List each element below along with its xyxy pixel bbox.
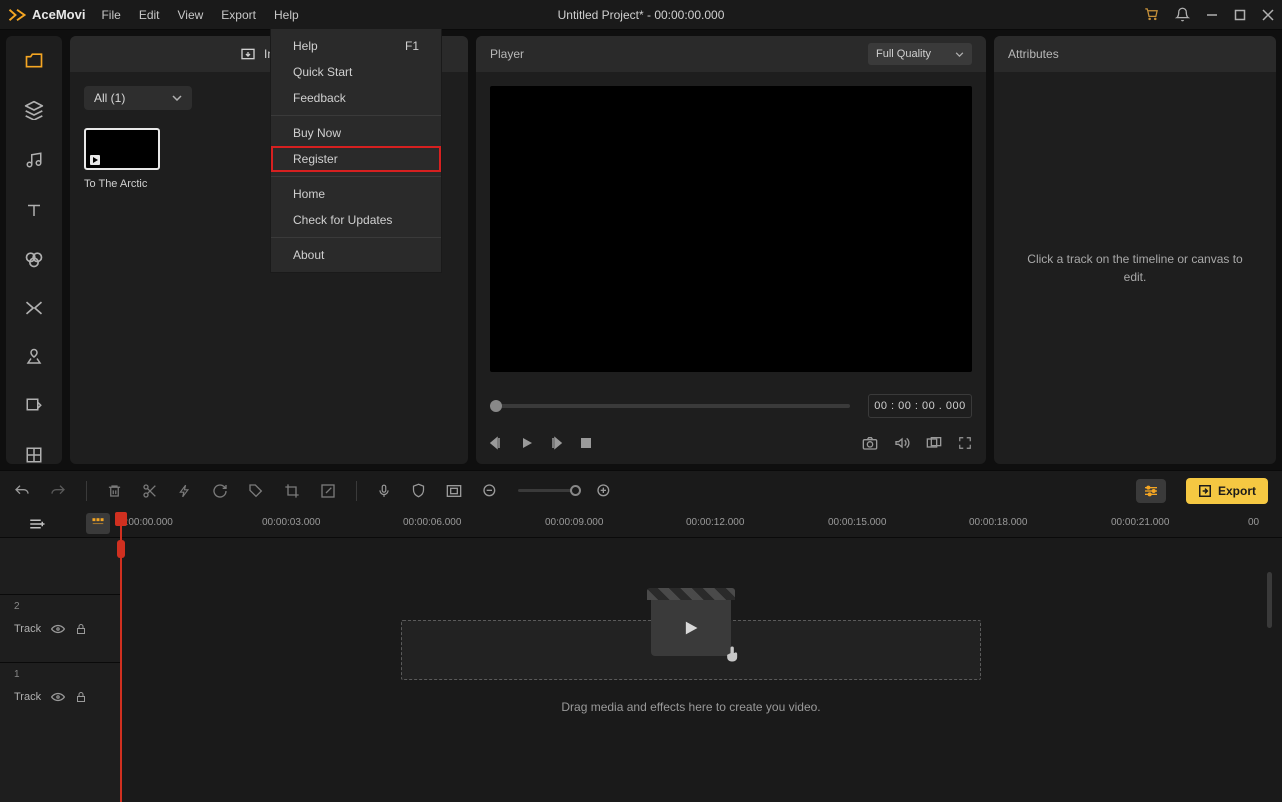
lock-icon[interactable] [75, 690, 87, 704]
help-item-quickstart[interactable]: Quick Start [271, 59, 441, 85]
player-viewport[interactable] [490, 86, 972, 372]
volume-icon[interactable] [894, 436, 910, 450]
transitions-icon[interactable] [24, 298, 44, 317]
snapshot-icon[interactable] [862, 436, 878, 450]
time-ruler[interactable]: 0:00:00.000 00:00:03.000 00:00:06.000 00… [120, 510, 1262, 538]
play-badge-icon [90, 155, 100, 165]
prev-frame-icon[interactable] [490, 436, 504, 450]
split-clip-icon[interactable] [142, 483, 158, 499]
fullscreen-icon[interactable] [958, 436, 972, 450]
layers-icon[interactable] [24, 100, 44, 120]
help-item-home[interactable]: Home [271, 181, 441, 207]
undo-icon[interactable] [14, 484, 30, 498]
menu-file[interactable]: File [101, 8, 120, 22]
export-button[interactable]: Export [1186, 478, 1268, 504]
app-logo-icon [8, 8, 26, 22]
lock-icon[interactable] [75, 622, 87, 636]
clip-name: To The Arctic [84, 178, 160, 190]
clapper-icon [647, 588, 735, 600]
zoom-in-icon[interactable] [596, 483, 612, 499]
export-icon [1198, 484, 1212, 498]
compare-icon[interactable] [926, 436, 942, 450]
play-icon[interactable] [520, 436, 534, 450]
shield-icon[interactable] [411, 482, 426, 499]
menu-edit[interactable]: Edit [139, 8, 160, 22]
edit-icon[interactable] [320, 483, 336, 499]
player-title: Player [490, 47, 524, 61]
play-icon [682, 619, 700, 637]
help-item-updates[interactable]: Check for Updates [271, 207, 441, 233]
menu-export[interactable]: Export [221, 8, 256, 22]
titlebar: AceMovi File Edit View Export Help Untit… [0, 0, 1282, 30]
chevron-down-icon [955, 52, 964, 57]
media-clip[interactable]: To The Arctic [84, 128, 160, 190]
help-item-about[interactable]: About [271, 242, 441, 268]
split-icon[interactable] [24, 445, 44, 464]
seek-slider[interactable] [490, 404, 850, 408]
dropzone-text: Drag media and effects here to create yo… [561, 700, 820, 714]
attributes-panel: Attributes Click a track on the timeline… [994, 36, 1276, 464]
close-icon[interactable] [1262, 9, 1274, 21]
crop-icon[interactable] [284, 483, 300, 499]
media-library-icon[interactable] [24, 50, 44, 70]
elements-icon[interactable] [24, 396, 44, 415]
cart-icon[interactable] [1144, 7, 1159, 22]
playhead[interactable] [120, 512, 122, 802]
clip-thumbnail [84, 128, 160, 170]
stop-icon[interactable] [580, 437, 592, 449]
magnetic-icon[interactable] [86, 513, 110, 534]
import-icon [240, 47, 256, 61]
help-item-help[interactable]: HelpF1 [271, 33, 441, 59]
adjustments-button[interactable] [1136, 479, 1166, 503]
chevron-down-icon [172, 95, 182, 101]
window-controls [1144, 7, 1274, 22]
help-item-feedback[interactable]: Feedback [271, 85, 441, 111]
maximize-icon[interactable] [1234, 9, 1246, 21]
main-menu: File Edit View Export Help [101, 8, 298, 22]
attributes-placeholder: Click a track on the timeline or canvas … [994, 72, 1276, 464]
eye-icon[interactable] [51, 692, 65, 702]
menu-view[interactable]: View [178, 8, 204, 22]
timeline-dropzone[interactable]: Drag media and effects here to create yo… [120, 576, 1262, 802]
help-item-register[interactable]: Register [271, 146, 441, 172]
bell-icon[interactable] [1175, 7, 1190, 22]
timeline-toolbar: Export [0, 470, 1282, 510]
aspect-icon[interactable] [446, 484, 462, 498]
media-filter-select[interactable]: All (1) [84, 86, 192, 110]
hand-cursor-icon [723, 644, 743, 664]
timeline: 0:00:00.000 00:00:03.000 00:00:06.000 00… [0, 510, 1282, 802]
zoom-slider[interactable] [518, 489, 576, 492]
player-panel: Player Full Quality 00 : 00 : 00 . 000 [476, 36, 986, 464]
minimize-icon[interactable] [1206, 9, 1218, 21]
attributes-title: Attributes [1008, 47, 1059, 61]
animations-icon[interactable] [24, 347, 44, 366]
time-display: 00 : 00 : 00 . 000 [868, 394, 972, 418]
text-icon[interactable] [24, 200, 44, 219]
vertical-scrollbar[interactable] [1267, 572, 1272, 628]
speed-icon[interactable] [178, 482, 192, 500]
track-row-2[interactable]: 2 Track [0, 594, 120, 662]
rotate-icon[interactable] [212, 483, 228, 499]
track-row-1[interactable]: 1 Track [0, 662, 120, 730]
eye-icon[interactable] [51, 624, 65, 634]
menu-help[interactable]: Help [274, 8, 299, 22]
help-item-buynow[interactable]: Buy Now [271, 120, 441, 146]
app-name: AceMovi [32, 7, 85, 22]
window-title: Untitled Project* - 00:00:00.000 [558, 8, 725, 22]
left-toolbar [6, 36, 62, 464]
audio-icon[interactable] [24, 150, 44, 170]
tag-icon[interactable] [248, 483, 264, 499]
timeline-menu-icon[interactable] [28, 517, 46, 531]
quality-select[interactable]: Full Quality [868, 43, 972, 65]
help-dropdown: HelpF1 Quick Start Feedback Buy Now Regi… [270, 28, 442, 273]
next-frame-icon[interactable] [550, 436, 564, 450]
track-labels: 2 Track 1 Track [0, 538, 120, 802]
zoom-out-icon[interactable] [482, 483, 498, 499]
filters-icon[interactable] [24, 249, 44, 268]
redo-icon[interactable] [50, 484, 66, 498]
mic-icon[interactable] [377, 482, 391, 500]
delete-icon[interactable] [107, 483, 122, 499]
